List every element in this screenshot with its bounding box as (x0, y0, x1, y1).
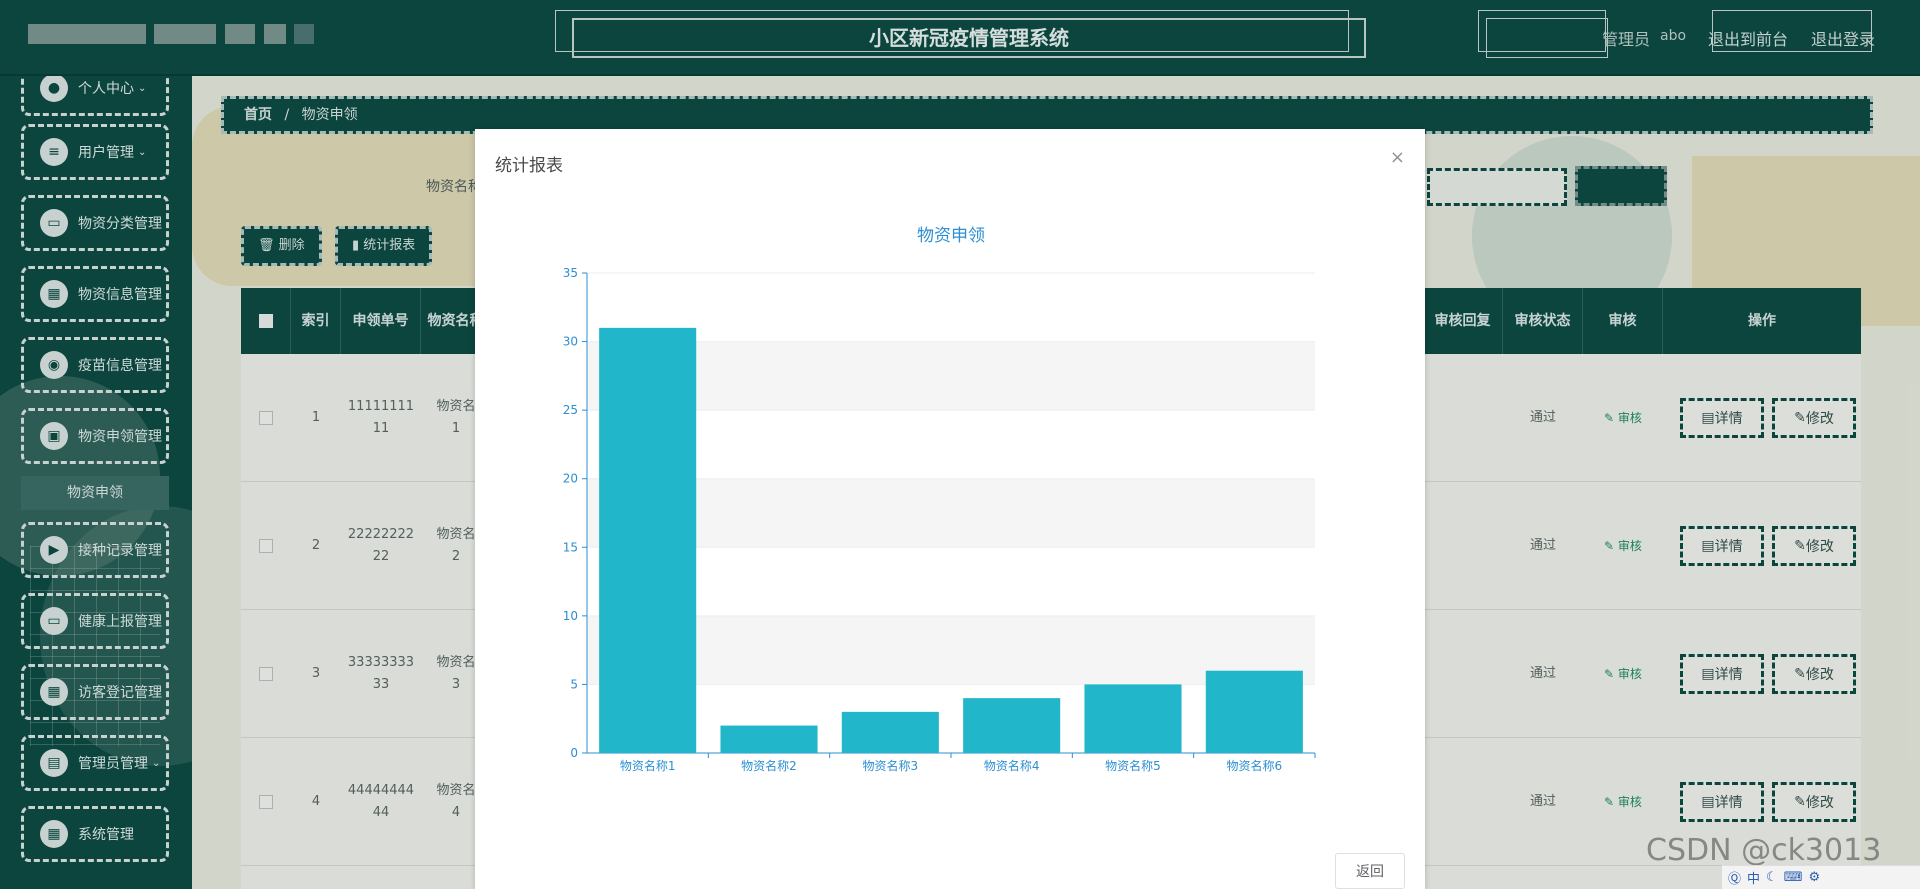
y-tick-label: 25 (563, 403, 578, 417)
y-tick-label: 5 (570, 677, 578, 691)
search-icon[interactable]: Ⓠ (1728, 868, 1741, 887)
watermark: CSDN @ck3013 (1646, 833, 1882, 868)
grid-band (587, 273, 1315, 342)
grid-band (587, 410, 1315, 479)
moon-icon[interactable]: ☾ (1766, 870, 1778, 885)
grid-band (587, 547, 1315, 616)
x-tick-label: 物资名称3 (863, 758, 919, 773)
y-tick-label: 10 (563, 609, 578, 623)
bar-4 (963, 698, 1061, 753)
grid-band (587, 341, 1315, 411)
dialog-title: 统计报表 (495, 156, 563, 176)
bar-6 (1205, 670, 1303, 753)
grid-band (587, 478, 1315, 548)
bar-1 (599, 327, 697, 753)
settings-icon[interactable]: ⚙ (1808, 870, 1820, 885)
x-tick-label: 物资名称1 (620, 758, 676, 773)
y-tick-label: 35 (563, 266, 578, 280)
return-button[interactable]: 返回 (1335, 853, 1405, 889)
bar-chart: 物资申领 0 5 10 15 20 25 30 35 物资名称1 物资名称2 物资名称3 物资名称4 物资… (563, 226, 1316, 773)
y-tick-label: 20 (563, 472, 578, 486)
report-dialog: 统计报表 × 物资申领 0 5 10 15 20 25 30 35 物资名称1 物资名称2 物资名称3… (475, 129, 1425, 889)
close-icon[interactable]: × (1390, 147, 1405, 168)
system-tray: Ⓠ 中 ☾ ⌨ ⚙ (1722, 865, 1920, 889)
bar-5 (1084, 684, 1182, 753)
y-tick-label: 15 (563, 540, 578, 554)
keyboard-icon[interactable]: ⌨ (1784, 870, 1803, 885)
bar-2 (720, 725, 818, 753)
bar-3 (841, 711, 939, 753)
x-tick-label: 物资名称4 (984, 758, 1040, 773)
x-tick-label: 物资名称5 (1105, 758, 1161, 773)
x-tick-label: 物资名称6 (1227, 758, 1283, 773)
chart-title: 物资申领 (917, 226, 985, 246)
y-tick-label: 0 (570, 746, 578, 760)
x-tick-label: 物资名称2 (741, 758, 797, 773)
ime-indicator[interactable]: 中 (1747, 868, 1760, 887)
y-tick-label: 30 (563, 335, 578, 349)
